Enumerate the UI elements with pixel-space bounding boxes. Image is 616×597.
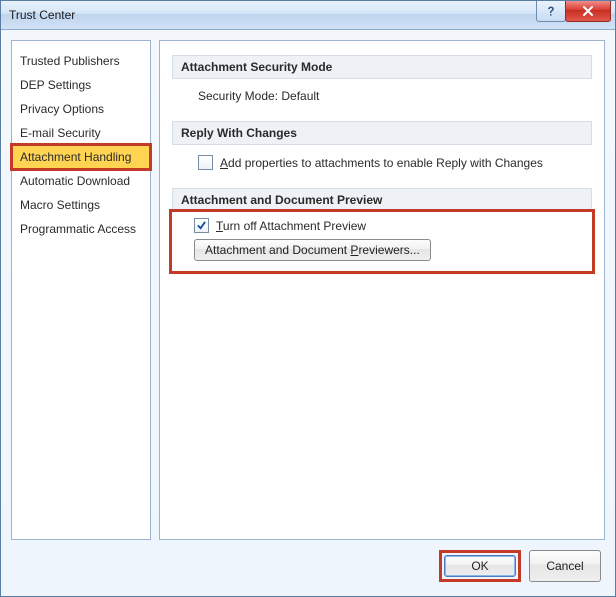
sidebar-item-dep-settings[interactable]: DEP Settings bbox=[12, 73, 150, 97]
sidebar-item-label: Macro Settings bbox=[20, 198, 100, 212]
section-body-preview: Turn off Attachment Preview Attachment a… bbox=[169, 209, 595, 274]
sidebar-item-label: Attachment Handling bbox=[20, 150, 131, 164]
sidebar-item-label: Programmatic Access bbox=[20, 222, 136, 236]
ok-highlight: OK bbox=[439, 550, 521, 582]
help-icon bbox=[545, 5, 557, 17]
window-title: Trust Center bbox=[9, 8, 75, 22]
trust-center-window: Trust Center Trusted Publishers DEP S bbox=[0, 0, 616, 597]
sidebar-item-label: E-mail Security bbox=[20, 126, 101, 140]
close-button[interactable] bbox=[565, 1, 611, 22]
cancel-button[interactable]: Cancel bbox=[529, 550, 601, 582]
help-button[interactable] bbox=[536, 1, 566, 22]
titlebar: Trust Center bbox=[1, 1, 615, 30]
turnoff-preview-label: Turn off Attachment Preview bbox=[216, 219, 366, 233]
reply-checkbox-row[interactable]: Add properties to attachments to enable … bbox=[198, 155, 584, 170]
close-icon bbox=[581, 5, 595, 17]
panes: Trusted Publishers DEP Settings Privacy … bbox=[11, 40, 605, 540]
sidebar-item-programmatic-access[interactable]: Programmatic Access bbox=[12, 217, 150, 241]
sidebar-item-automatic-download[interactable]: Automatic Download bbox=[12, 169, 150, 193]
security-mode-text: Security Mode: Default bbox=[198, 89, 319, 103]
sidebar-item-attachment-handling[interactable]: Attachment Handling bbox=[12, 145, 150, 169]
section-body-reply: Add properties to attachments to enable … bbox=[172, 145, 592, 184]
previewers-button-pre: Attachment and Document bbox=[205, 243, 350, 257]
sidebar-item-email-security[interactable]: E-mail Security bbox=[12, 121, 150, 145]
content-pane: Attachment Security Mode Security Mode: … bbox=[159, 40, 605, 540]
section-body-security-mode: Security Mode: Default bbox=[172, 79, 592, 117]
caption-buttons bbox=[537, 1, 611, 22]
previewers-button-post: reviewers... bbox=[358, 243, 419, 257]
sidebar-item-label: Automatic Download bbox=[20, 174, 130, 188]
sidebar-item-privacy-options[interactable]: Privacy Options bbox=[12, 97, 150, 121]
sidebar-item-trusted-publishers[interactable]: Trusted Publishers bbox=[12, 49, 150, 73]
reply-checkbox-label: Add properties to attachments to enable … bbox=[220, 156, 543, 170]
sidebar-item-label: DEP Settings bbox=[20, 78, 91, 92]
turnoff-preview-checkbox[interactable] bbox=[194, 218, 209, 233]
reply-checkbox[interactable] bbox=[198, 155, 213, 170]
client-area: Trusted Publishers DEP Settings Privacy … bbox=[1, 30, 615, 596]
section-header-reply: Reply With Changes bbox=[172, 121, 592, 145]
sidebar-item-label: Trusted Publishers bbox=[20, 54, 120, 68]
sidebar: Trusted Publishers DEP Settings Privacy … bbox=[11, 40, 151, 540]
previewers-button[interactable]: Attachment and Document Previewers... bbox=[194, 239, 431, 261]
sidebar-item-label: Privacy Options bbox=[20, 102, 104, 116]
sidebar-item-macro-settings[interactable]: Macro Settings bbox=[12, 193, 150, 217]
section-header-security-mode: Attachment Security Mode bbox=[172, 55, 592, 79]
ok-button[interactable]: OK bbox=[444, 555, 516, 577]
dialog-footer: OK Cancel bbox=[11, 540, 605, 586]
turnoff-preview-row[interactable]: Turn off Attachment Preview bbox=[194, 218, 584, 233]
